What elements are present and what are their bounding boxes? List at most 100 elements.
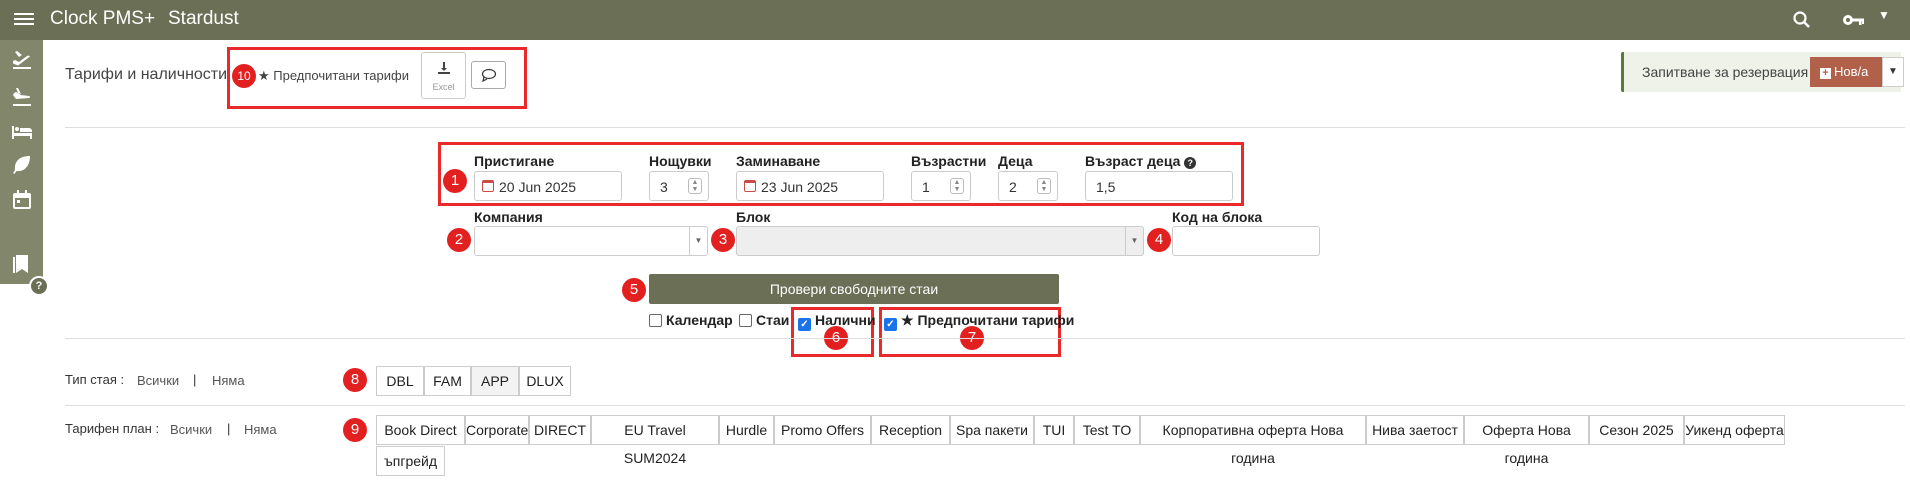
question-circle-icon[interactable]: ? xyxy=(1184,157,1197,169)
child-ages-label: Възраст деца ? xyxy=(1085,153,1197,169)
room-type-button[interactable]: FAM xyxy=(424,366,471,396)
child-ages-label-text: Възраст деца xyxy=(1085,153,1181,169)
adults-label: Възрастни xyxy=(911,153,987,169)
room-type-all-link[interactable]: Всички xyxy=(137,373,179,388)
rate-plan-button[interactable]: Corporate xyxy=(465,415,529,445)
bookmarks-icon[interactable] xyxy=(10,252,34,276)
annotation-badge-8: 8 xyxy=(343,368,367,392)
spinner-icon[interactable]: ▲ ▼ xyxy=(688,178,702,194)
leaf-icon[interactable] xyxy=(10,153,34,177)
menu-icon[interactable] xyxy=(14,10,34,30)
rate-plan-separator: | xyxy=(227,421,231,436)
rate-plan-label: Тарифен план : xyxy=(65,421,160,436)
hotel-name[interactable]: Stardust xyxy=(168,8,239,30)
rooms-checkbox[interactable]: Стаи xyxy=(739,312,789,328)
block-code-input[interactable] xyxy=(1172,226,1320,256)
room-type-separator: | xyxy=(193,372,197,387)
rate-plan-button[interactable]: Hurdle xyxy=(719,415,774,445)
bed-icon[interactable] xyxy=(10,120,34,144)
room-type-button[interactable]: APP xyxy=(471,366,519,396)
checkbox-checked-icon[interactable]: ✓ xyxy=(798,318,811,331)
checkbox-checked-icon[interactable]: ✓ xyxy=(884,318,897,331)
block-label: Блок xyxy=(736,209,771,225)
departure-date-value: 23 Jun 2025 xyxy=(761,179,839,195)
rate-plan-button[interactable]: Promo Offers xyxy=(774,415,871,445)
help-icon[interactable]: ? xyxy=(29,276,49,296)
new-reservation-dropdown-chevron-icon[interactable]: ▼ xyxy=(1882,57,1904,87)
child-ages-value: 1,5 xyxy=(1096,179,1116,195)
spinner-icon[interactable]: ▲ ▼ xyxy=(950,178,964,194)
spinner-icon[interactable]: ▲ ▼ xyxy=(1037,178,1051,194)
checkbox-icon[interactable] xyxy=(739,314,752,327)
nights-label: Нощувки xyxy=(649,153,712,169)
calendar-icon[interactable] xyxy=(10,188,34,212)
rate-plan-button[interactable]: Оферта Нова година xyxy=(1464,415,1589,466)
divider-middle xyxy=(65,338,1905,339)
child-ages-input[interactable]: 1,5 xyxy=(1085,171,1233,201)
divider-top xyxy=(65,127,1905,128)
checkbox-icon[interactable] xyxy=(649,314,662,327)
reservation-request-label: Запитване за резервация : xyxy=(1642,64,1816,80)
excel-export-button[interactable]: Excel xyxy=(421,52,466,99)
page-title: Тарифи и наличности xyxy=(65,66,228,83)
block-select[interactable]: ▼ xyxy=(736,226,1144,256)
nights-stepper[interactable]: 3 ▲ ▼ xyxy=(649,171,709,201)
rate-plan-button[interactable]: Spa пакети xyxy=(950,415,1034,445)
rate-plan-button[interactable]: TUI xyxy=(1034,415,1074,445)
rate-plan-none-link[interactable]: Няма xyxy=(244,422,277,437)
rate-plan-button[interactable]: Book Direct xyxy=(376,415,465,445)
adults-stepper[interactable]: 1 ▲ ▼ xyxy=(911,171,971,201)
rate-plan-button[interactable]: DIRECT xyxy=(529,415,591,445)
search-icon[interactable] xyxy=(1792,10,1812,30)
calendar-checkbox[interactable]: Календар xyxy=(649,312,733,328)
annotation-badge-1: 1 xyxy=(443,169,467,193)
rate-plan-button[interactable]: Сезон 2025 xyxy=(1589,415,1684,445)
rate-plan-all-link[interactable]: Всички xyxy=(170,422,212,437)
room-type-button[interactable]: DBL xyxy=(376,366,424,396)
excel-label: Excel xyxy=(432,82,455,92)
block-code-label: Код на блока xyxy=(1172,209,1263,225)
reservation-request-box: Запитване за резервация : + Нов/а ▼ xyxy=(1621,52,1904,92)
star-icon: ★ xyxy=(901,312,914,328)
user-menu-chevron-down-icon[interactable]: ▼ xyxy=(1878,8,1890,22)
calendar-checkbox-label: Календар xyxy=(666,312,733,328)
departure-label: Заминаване xyxy=(736,153,821,169)
arrival-plane-icon[interactable] xyxy=(10,85,34,109)
rate-plan-button[interactable]: ъпгрейд xyxy=(376,446,445,476)
sidebar: ? xyxy=(0,40,49,296)
rate-plan-button[interactable]: Test TO xyxy=(1074,415,1140,445)
calendar-icon xyxy=(482,180,494,192)
chevron-down-icon[interactable]: ▼ xyxy=(689,227,707,255)
departure-date-input[interactable]: 23 Jun 2025 xyxy=(736,171,884,201)
available-checkbox-label: Налични xyxy=(815,312,876,328)
annotation-badge-10: 10 xyxy=(232,64,256,88)
departure-plane-icon[interactable] xyxy=(10,48,34,72)
new-reservation-button[interactable]: + Нов/а xyxy=(1810,57,1882,87)
arrival-label: Пристигане xyxy=(474,153,555,169)
children-label: Деца xyxy=(998,153,1033,169)
preferred-rates-link[interactable]: ★ Предпочитани тарифи xyxy=(258,68,409,84)
plus-icon: + xyxy=(1820,68,1831,79)
rate-plan-button[interactable]: Reception xyxy=(871,415,950,445)
room-type-none-link[interactable]: Няма xyxy=(212,373,245,388)
check-availability-button[interactable]: Провери свободните стаи xyxy=(649,274,1059,304)
room-type-button[interactable]: DLUX xyxy=(519,366,571,396)
download-icon xyxy=(437,62,450,74)
rate-plan-button[interactable]: EU Travel SUM2024 xyxy=(591,415,719,466)
company-select[interactable]: ▼ xyxy=(474,226,708,256)
annotation-badge-3: 3 xyxy=(711,228,735,252)
annotation-badge-4: 4 xyxy=(1147,228,1171,252)
arrival-date-input[interactable]: 20 Jun 2025 xyxy=(474,171,622,201)
rate-plan-button[interactable]: Уикенд оферта xyxy=(1684,415,1785,445)
preferred-rates-checkbox-label: Предпочитани тарифи xyxy=(917,312,1075,328)
nights-value: 3 xyxy=(660,179,668,195)
app-brand[interactable]: Clock PMS+ xyxy=(50,8,155,30)
comment-button[interactable] xyxy=(471,61,506,89)
key-icon[interactable] xyxy=(1842,10,1866,30)
chevron-down-icon[interactable]: ▼ xyxy=(1125,227,1143,255)
new-reservation-label: Нов/а xyxy=(1834,64,1869,79)
rate-plan-button[interactable]: Нива заетост xyxy=(1366,415,1464,445)
children-stepper[interactable]: 2 ▲ ▼ xyxy=(998,171,1058,201)
rate-plan-button[interactable]: Корпоративна оферта Нова година xyxy=(1140,415,1366,466)
annotation-badge-9: 9 xyxy=(343,418,367,442)
